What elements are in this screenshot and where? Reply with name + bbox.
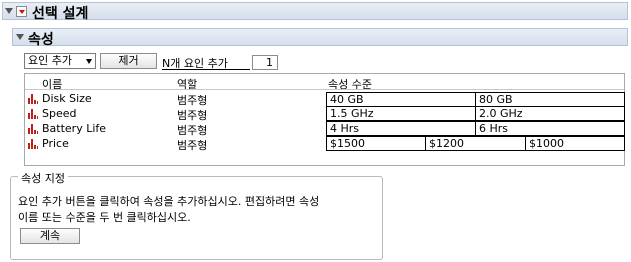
attribute-name[interactable]: Speed — [42, 107, 76, 120]
level-cell[interactable]: 80 GB — [475, 92, 625, 107]
instruction-text-line2: 이름 또는 수준을 두 번 클릭하십시오. — [18, 211, 191, 224]
header-divider — [25, 89, 624, 90]
attribute-name[interactable]: Battery Life — [42, 122, 106, 135]
level-cell[interactable]: $1200 — [425, 136, 526, 151]
attribute-role[interactable]: 범주형 — [177, 107, 207, 123]
attribute-role[interactable]: 범주형 — [177, 137, 207, 153]
continue-button[interactable]: 계속 — [20, 228, 80, 244]
level-cell[interactable]: 4 Hrs — [326, 121, 476, 136]
add-factor-select[interactable]: 요인 추가 — [24, 53, 96, 69]
categorical-bar-icon — [28, 94, 38, 104]
n-factors-underline — [162, 69, 250, 70]
chevron-down-icon — [86, 59, 92, 64]
level-cell[interactable]: 1.5 GHz — [326, 106, 476, 121]
specify-attributes-title: 속성 지정 — [18, 170, 68, 186]
level-cell[interactable]: $1500 — [326, 136, 426, 151]
n-factors-input[interactable]: 1 — [252, 55, 278, 70]
section-title: 속성 — [28, 32, 54, 48]
disclosure-triangle-icon[interactable] — [5, 8, 13, 14]
add-factor-select-label: 요인 추가 — [28, 54, 72, 67]
remove-button[interactable]: 제거 — [100, 53, 157, 69]
attribute-name[interactable]: Price — [42, 137, 69, 150]
section-header — [12, 28, 628, 46]
attribute-name[interactable]: Disk Size — [42, 92, 92, 105]
categorical-bar-icon — [28, 109, 38, 119]
level-cell[interactable]: 40 GB — [326, 92, 476, 107]
outline-header — [2, 2, 628, 20]
attribute-role[interactable]: 범주형 — [177, 122, 207, 138]
categorical-bar-icon — [28, 139, 38, 149]
attribute-role[interactable]: 범주형 — [177, 92, 207, 108]
level-cell[interactable]: 6 Hrs — [475, 121, 625, 136]
red-triangle-menu-icon[interactable] — [16, 6, 27, 17]
level-cell[interactable]: 2.0 GHz — [475, 106, 625, 121]
categorical-bar-icon — [28, 124, 38, 134]
disclosure-triangle-icon[interactable] — [16, 34, 24, 40]
instruction-text-line1: 요인 추가 버튼을 클릭하여 속성을 추가하십시오. 편집하려면 속성 — [18, 195, 320, 208]
level-cell[interactable]: $1000 — [525, 136, 625, 151]
outline-title: 선택 설계 — [32, 6, 89, 22]
